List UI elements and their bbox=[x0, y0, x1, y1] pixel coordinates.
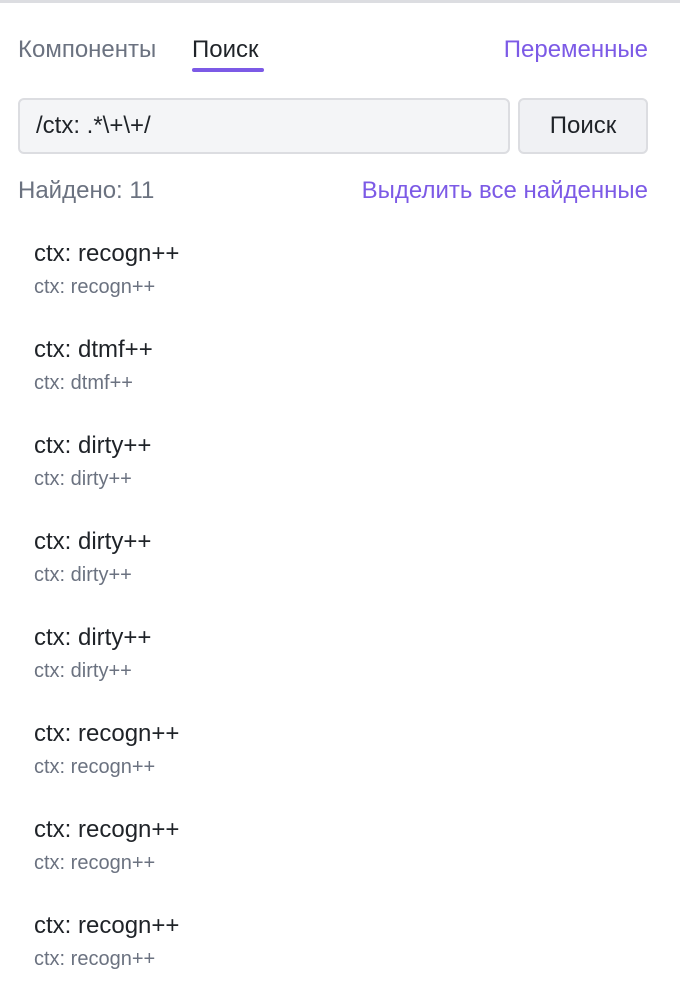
result-item[interactable]: ctx: dirty++ ctx: dirty++ bbox=[34, 620, 644, 716]
result-item[interactable]: ctx: dirty++ ctx: dirty++ bbox=[34, 524, 644, 620]
result-item[interactable]: ctx: recogn++ ctx: recogn++ bbox=[34, 716, 644, 812]
result-subtitle: ctx: recogn++ bbox=[34, 852, 156, 874]
search-row: Поиск bbox=[18, 98, 648, 154]
result-item[interactable]: ctx: recogn++ ctx: recogn++ bbox=[34, 236, 644, 332]
result-title: ctx: dirty++ bbox=[34, 528, 152, 555]
result-item[interactable]: ctx: recogn++ ctx: recogn++ bbox=[34, 908, 644, 1004]
tab-variables[interactable]: Переменные bbox=[504, 36, 648, 64]
result-item[interactable]: ctx: dtmf++ ctx: dtmf++ bbox=[34, 332, 644, 428]
search-button[interactable]: Поиск bbox=[518, 98, 648, 154]
result-subtitle: ctx: dirty++ bbox=[34, 468, 132, 490]
result-title: ctx: dirty++ bbox=[34, 432, 152, 459]
result-item[interactable]: ctx: dirty++ ctx: dirty++ bbox=[34, 428, 644, 524]
results-list: ctx: recogn++ ctx: recogn++ ctx: dtmf++ … bbox=[34, 236, 644, 1004]
tab-bar: Компоненты Поиск Переменные bbox=[18, 28, 648, 76]
active-tab-indicator bbox=[192, 68, 264, 72]
result-subtitle: ctx: recogn++ bbox=[34, 948, 156, 970]
result-title: ctx: recogn++ bbox=[34, 816, 180, 843]
tab-search[interactable]: Поиск bbox=[192, 36, 259, 64]
tab-components[interactable]: Компоненты bbox=[18, 36, 156, 64]
found-count: Найдено: 11 bbox=[18, 177, 155, 204]
result-subtitle: ctx: dirty++ bbox=[34, 660, 132, 682]
result-subtitle: ctx: dirty++ bbox=[34, 564, 132, 586]
result-title: ctx: recogn++ bbox=[34, 912, 180, 939]
search-input[interactable] bbox=[18, 98, 510, 154]
result-title: ctx: recogn++ bbox=[34, 240, 180, 267]
select-all-found-link[interactable]: Выделить все найденные bbox=[362, 176, 648, 206]
result-subtitle: ctx: recogn++ bbox=[34, 276, 156, 298]
top-border bbox=[0, 0, 680, 3]
results-summary: Найдено: 11 Выделить все найденные bbox=[18, 174, 648, 208]
result-subtitle: ctx: recogn++ bbox=[34, 756, 156, 778]
result-title: ctx: dirty++ bbox=[34, 624, 152, 651]
result-title: ctx: recogn++ bbox=[34, 720, 180, 747]
result-item[interactable]: ctx: recogn++ ctx: recogn++ bbox=[34, 812, 644, 908]
result-subtitle: ctx: dtmf++ bbox=[34, 372, 133, 394]
result-title: ctx: dtmf++ bbox=[34, 336, 153, 363]
